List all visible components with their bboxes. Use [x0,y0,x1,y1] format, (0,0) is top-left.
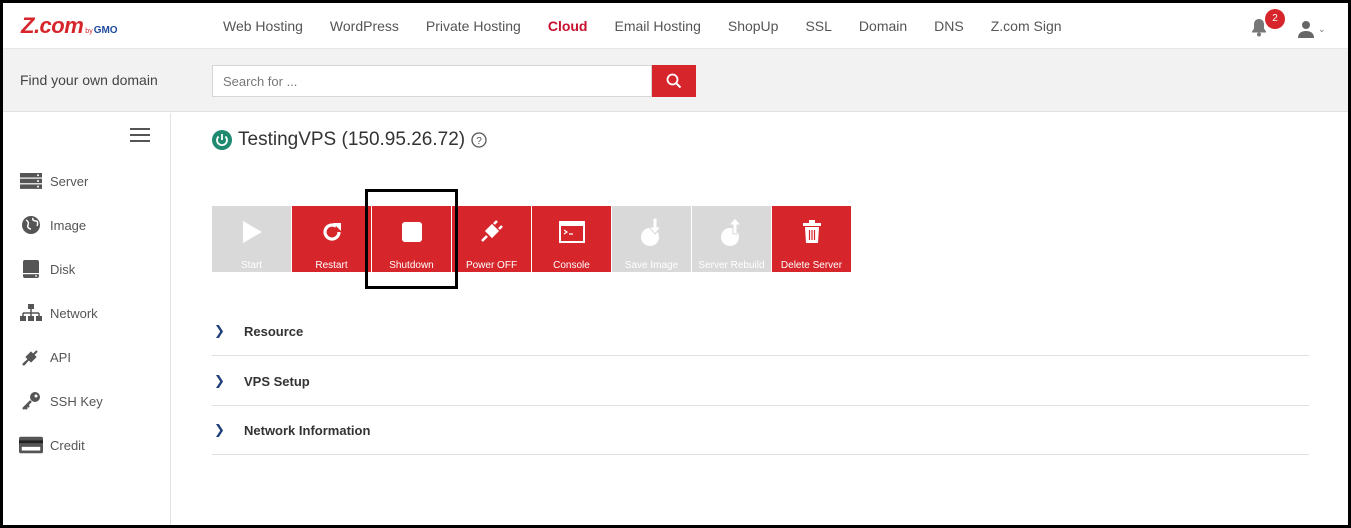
nav-domain[interactable]: Domain [859,18,907,34]
sidebar-item-label: SSH Key [50,393,103,409]
server-icon [19,171,43,191]
restart-icon [322,223,341,241]
sidebar-item-label: Credit [50,437,85,453]
action-label: Power OFF [465,260,518,271]
nav-ssl[interactable]: SSL [805,18,831,34]
nav-email-hosting[interactable]: Email Hosting [614,18,700,34]
sidebar-item-label: Image [50,217,87,233]
power-off-button[interactable]: Power OFF [452,206,531,272]
search-title: Find your own domain [20,72,158,88]
domain-search-bar: Find your own domain [3,49,1348,112]
chevron-right-icon: ❯ [214,422,225,437]
sidebar: Server Image Disk Network API SSH Key Cr… [3,113,171,525]
globe-icon [19,215,43,235]
nav-zcom-sign[interactable]: Z.com Sign [991,18,1062,34]
disk-icon [19,259,43,279]
sidebar-item-ssh-key[interactable]: SSH Key [19,389,103,413]
user-icon [1298,21,1314,38]
chevron-right-icon: ❯ [214,323,225,338]
sidebar-item-label: Server [50,173,89,189]
vps-header: TestingVPS (150.95.26.72) ? [212,129,487,151]
save-image-icon [640,217,662,246]
action-label: Server Rebuild [698,260,765,271]
section-vps-setup[interactable]: ❯ VPS Setup [212,357,1309,406]
search-icon [666,73,682,89]
key-icon [19,391,43,411]
chevron-right-icon: ❯ [214,373,225,388]
chevron-down-icon: ⌄ [1318,23,1326,34]
search-input[interactable] [212,65,652,97]
restart-button[interactable]: Restart [292,206,371,272]
action-label: Console [553,260,590,271]
search-button[interactable] [652,65,696,97]
server-action-toolbar: Start Restart Shutdown Power OFF Console… [212,206,852,272]
logo-text: Z.com [21,13,84,38]
shutdown-button[interactable]: Shutdown [372,206,451,272]
action-label: Save Image [624,260,679,271]
rebuild-icon [720,217,742,246]
svg-text:?: ? [476,136,482,147]
user-menu[interactable]: ⌄ [1297,19,1327,39]
power-status-icon [212,130,232,150]
logo[interactable]: Z.com by GMO [21,13,118,38]
nav-private-hosting[interactable]: Private Hosting [426,18,521,34]
section-title: VPS Setup [244,373,310,389]
network-icon [19,303,43,323]
section-resource[interactable]: ❯ Resource [212,307,1309,356]
sidebar-item-label: API [50,349,71,365]
help-icon[interactable]: ? [471,132,487,148]
nav-dns[interactable]: DNS [934,18,964,34]
logo-gmo: GMO [93,25,118,36]
action-label: Start [240,260,263,271]
console-icon [558,221,585,243]
sidebar-item-label: Disk [50,261,76,277]
sidebar-item-credit[interactable]: Credit [19,433,85,457]
action-label: Shutdown [389,260,434,271]
nav-cloud[interactable]: Cloud [548,18,588,34]
nav-shopup[interactable]: ShopUp [728,18,779,34]
nav-wordpress[interactable]: WordPress [330,18,399,34]
trash-icon [802,220,821,243]
section-title: Network Information [244,422,371,438]
vps-title: TestingVPS (150.95.26.72) [238,129,466,150]
sidebar-item-server[interactable]: Server [19,169,88,193]
app-frame: Z.com by GMO Web Hosting WordPress Priva… [3,3,1348,525]
action-label: Delete Server [780,260,843,271]
console-button[interactable]: Console [532,206,611,272]
card-icon [19,435,43,455]
play-icon [242,221,262,243]
hamburger-icon[interactable] [130,128,150,142]
sidebar-item-label: Network [50,305,98,321]
save-image-button[interactable]: Save Image [612,206,691,272]
section-network-information[interactable]: ❯ Network Information [212,406,1309,455]
sidebar-item-image[interactable]: Image [19,213,86,237]
sidebar-item-disk[interactable]: Disk [19,257,75,281]
power-plug-icon [480,220,503,242]
logo-by: by [85,28,93,35]
notification-badge: 2 [1265,9,1285,29]
sidebar-item-network[interactable]: Network [19,301,98,325]
sidebar-item-api[interactable]: API [19,345,71,369]
nav-links: Web Hosting WordPress Private Hosting Cl… [223,3,1089,49]
action-label: Restart [315,260,348,271]
delete-server-button[interactable]: Delete Server [772,206,851,272]
top-navigation: Z.com by GMO Web Hosting WordPress Priva… [3,3,1348,49]
section-title: Resource [244,323,304,339]
plug-icon [19,347,43,367]
server-rebuild-button[interactable]: Server Rebuild [692,206,771,272]
nav-web-hosting[interactable]: Web Hosting [223,18,303,34]
start-button[interactable]: Start [212,206,291,272]
stop-icon [401,222,422,242]
